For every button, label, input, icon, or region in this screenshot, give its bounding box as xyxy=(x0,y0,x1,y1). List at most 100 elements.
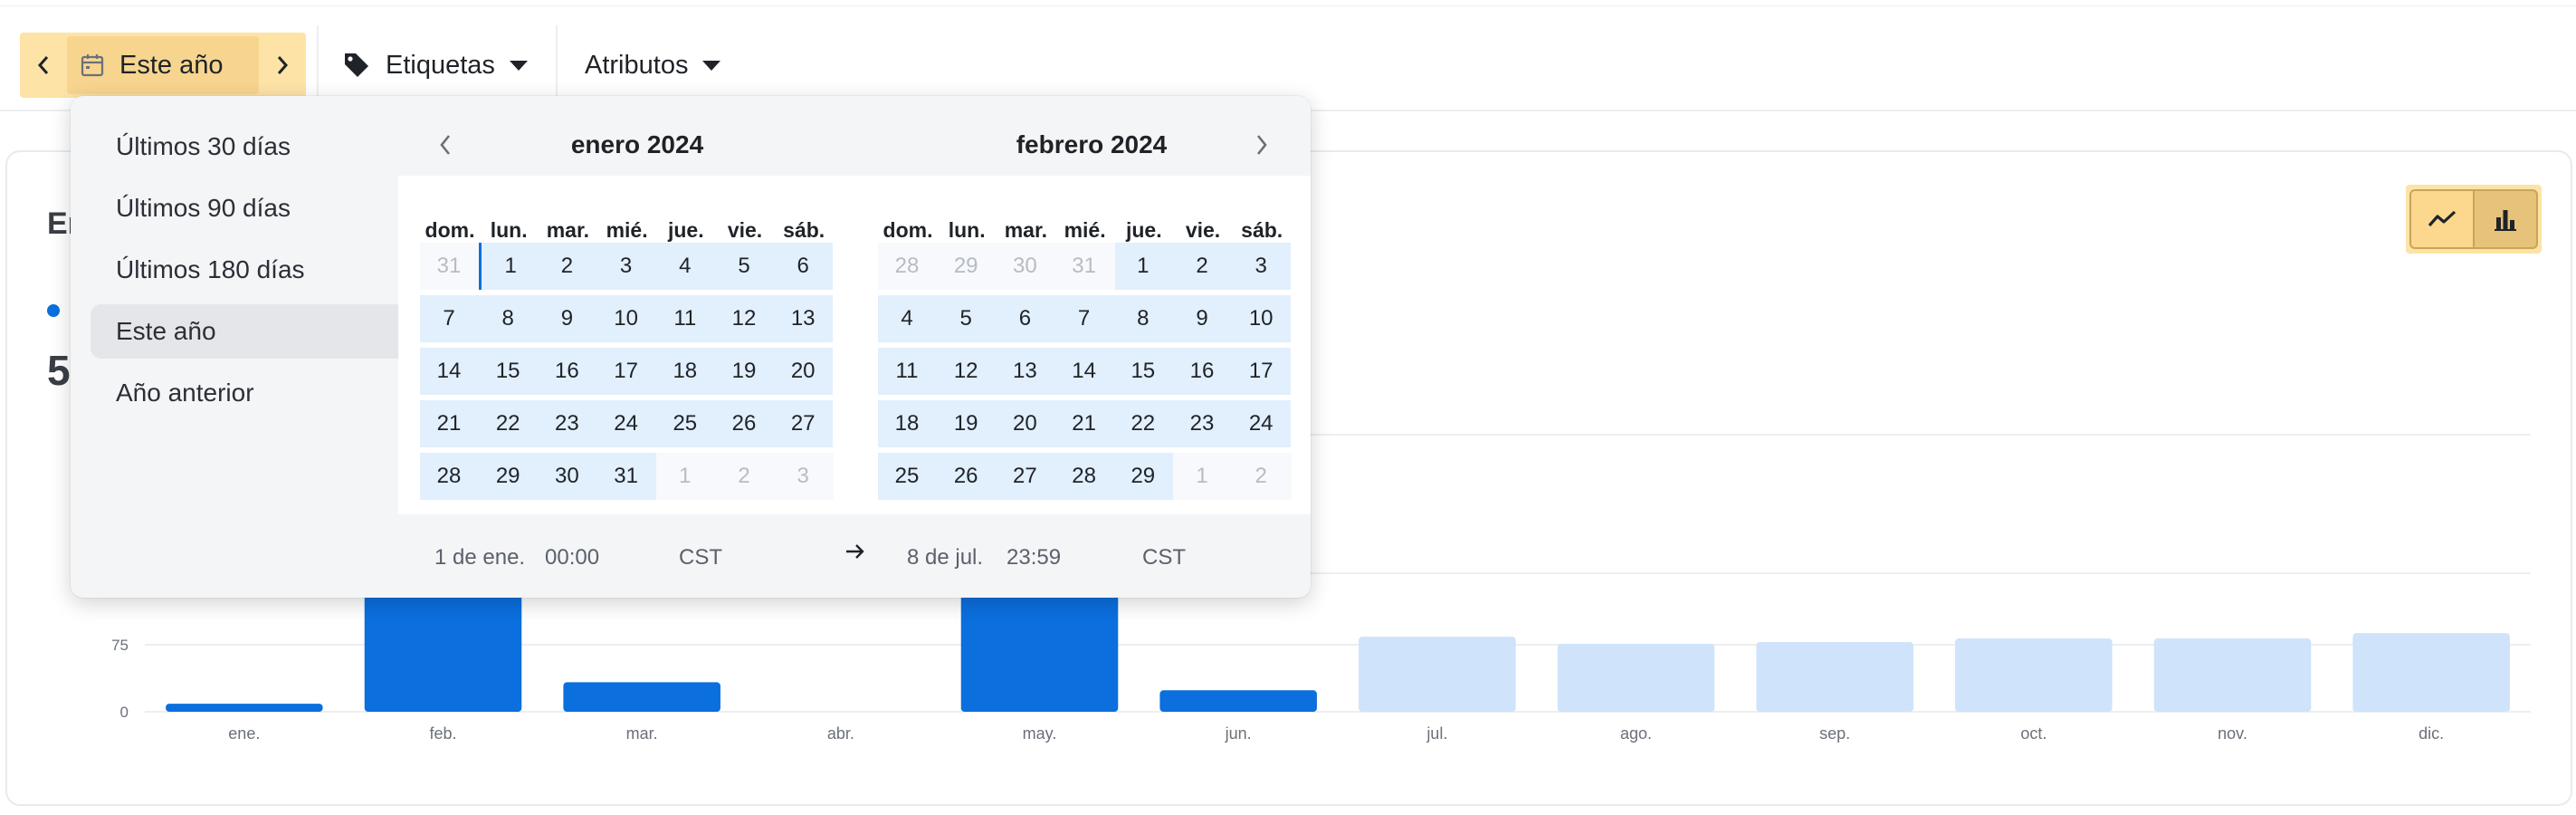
calendar-day[interactable]: 25 xyxy=(878,453,936,500)
chart-bar xyxy=(1359,637,1516,712)
calendar-day[interactable]: 23 xyxy=(538,400,596,447)
calendar-day[interactable]: 11 xyxy=(656,295,714,342)
calendar-day[interactable]: 19 xyxy=(715,348,773,395)
calendar-day[interactable]: 14 xyxy=(1055,348,1113,395)
calendar-day[interactable]: 11 xyxy=(878,348,936,395)
calendar-day[interactable]: 2 xyxy=(715,453,773,500)
calendar-day[interactable]: 7 xyxy=(1055,295,1113,342)
calendar-day[interactable]: 17 xyxy=(1232,348,1290,395)
calendar-day[interactable]: 19 xyxy=(937,400,995,447)
calendar-day[interactable]: 18 xyxy=(878,400,936,447)
calendar-day[interactable]: 31 xyxy=(1055,243,1113,290)
chart-bar xyxy=(1955,638,2113,712)
calendar-day[interactable]: 9 xyxy=(1173,295,1231,342)
calendar-day[interactable]: 17 xyxy=(597,348,655,395)
calendar-day[interactable]: 13 xyxy=(774,295,832,342)
calendar-day[interactable]: 3 xyxy=(597,243,655,290)
calendar-day[interactable]: 31 xyxy=(420,243,478,290)
x-tick-label: dic. xyxy=(2419,724,2444,743)
calendar-day[interactable]: 29 xyxy=(479,453,537,500)
calendar-day[interactable]: 27 xyxy=(996,453,1054,500)
preset-option[interactable]: Este año xyxy=(91,304,447,359)
calendar-day[interactable]: 25 xyxy=(656,400,714,447)
previous-month-button[interactable] xyxy=(416,116,474,174)
calendar-day[interactable]: 20 xyxy=(996,400,1054,447)
range-end-date[interactable]: 8 de jul. xyxy=(907,545,983,570)
chevron-right-icon xyxy=(1256,135,1267,155)
calendar-day[interactable]: 1 xyxy=(1173,453,1231,500)
calendar-day[interactable]: 31 xyxy=(597,453,655,500)
calendar-day[interactable]: 6 xyxy=(996,295,1054,342)
calendar-day[interactable]: 23 xyxy=(1173,400,1231,447)
range-end-time[interactable]: 23:59 xyxy=(1007,545,1061,570)
calendar-day[interactable]: 3 xyxy=(774,453,832,500)
calendar-day[interactable]: 21 xyxy=(420,400,478,447)
calendar-day[interactable]: 9 xyxy=(538,295,596,342)
calendar-day[interactable]: 29 xyxy=(1114,453,1172,500)
calendar-day[interactable]: 5 xyxy=(715,243,773,290)
calendar-day[interactable]: 1 xyxy=(479,243,539,290)
calendar-day[interactable]: 10 xyxy=(1232,295,1290,342)
calendar-day[interactable]: 30 xyxy=(538,453,596,500)
chart-bar xyxy=(1557,643,1715,712)
chart-bar xyxy=(563,682,720,712)
calendar-day[interactable]: 29 xyxy=(937,243,995,290)
calendar-day[interactable]: 14 xyxy=(420,348,478,395)
preset-option[interactable]: Últimos 90 días xyxy=(91,181,447,235)
chart-bar xyxy=(2153,638,2312,712)
preset-option[interactable]: Últimos 180 días xyxy=(91,243,447,297)
calendar-day[interactable]: 20 xyxy=(774,348,832,395)
calendar-day[interactable]: 22 xyxy=(479,400,537,447)
calendar-day[interactable]: 10 xyxy=(597,295,655,342)
calendar-day[interactable]: 5 xyxy=(937,295,995,342)
calendar-day[interactable]: 1 xyxy=(1114,243,1172,290)
calendar-day[interactable]: 6 xyxy=(774,243,832,290)
x-tick-label: abr. xyxy=(827,724,854,743)
x-tick-label: jun. xyxy=(1225,724,1252,743)
calendar-day[interactable]: 4 xyxy=(878,295,936,342)
calendar-day[interactable]: 7 xyxy=(420,295,478,342)
calendar-day[interactable]: 16 xyxy=(538,348,596,395)
calendar-day[interactable]: 24 xyxy=(597,400,655,447)
calendar-day[interactable]: 3 xyxy=(1232,243,1290,290)
x-tick-label: mar. xyxy=(626,724,658,743)
calendar-day[interactable]: 15 xyxy=(479,348,537,395)
calendar-day[interactable]: 8 xyxy=(479,295,537,342)
preset-list: Últimos 30 días Últimos 90 días Últimos 18… xyxy=(91,120,447,427)
calendar-day[interactable]: 30 xyxy=(996,243,1054,290)
weekday-header: dom. xyxy=(425,218,475,242)
range-start-time[interactable]: 00:00 xyxy=(545,545,599,570)
calendar-day[interactable]: 26 xyxy=(715,400,773,447)
calendar-day[interactable]: 26 xyxy=(937,453,995,500)
preset-option[interactable]: Año anterior xyxy=(91,366,447,420)
calendar-day[interactable]: 16 xyxy=(1173,348,1231,395)
calendar-day[interactable]: 1 xyxy=(656,453,714,500)
calendar-day[interactable]: 13 xyxy=(996,348,1054,395)
calendar-day[interactable]: 21 xyxy=(1055,400,1113,447)
preset-option[interactable]: Últimos 30 días xyxy=(91,120,447,174)
calendar-day[interactable]: 4 xyxy=(656,243,714,290)
x-tick-label: sep. xyxy=(1819,724,1850,743)
chevron-left-icon xyxy=(440,135,451,155)
calendar-day[interactable]: 28 xyxy=(420,453,478,500)
date-range-popover: Últimos 30 días Últimos 90 días Últimos 18… xyxy=(71,96,1311,598)
next-month-button[interactable] xyxy=(1233,116,1291,174)
calendar-day[interactable]: 24 xyxy=(1232,400,1290,447)
calendar-day[interactable]: 12 xyxy=(937,348,995,395)
calendar-day[interactable]: 18 xyxy=(656,348,714,395)
calendar-day[interactable]: 12 xyxy=(715,295,773,342)
weekday-header: mié. xyxy=(1064,218,1106,242)
weekday-header: dom. xyxy=(883,218,933,242)
weekday-header: jue. xyxy=(1125,218,1162,242)
arrow-right-icon xyxy=(844,540,867,570)
calendar-day[interactable]: 2 xyxy=(538,243,596,290)
calendar-day[interactable]: 2 xyxy=(1173,243,1231,290)
calendar-day[interactable]: 22 xyxy=(1114,400,1172,447)
calendar-day[interactable]: 2 xyxy=(1232,453,1290,500)
range-start-date[interactable]: 1 de ene. xyxy=(434,545,525,570)
calendar-day[interactable]: 27 xyxy=(774,400,832,447)
calendar-day[interactable]: 28 xyxy=(878,243,936,290)
calendar-day[interactable]: 28 xyxy=(1055,453,1113,500)
calendar-day[interactable]: 15 xyxy=(1114,348,1172,395)
calendar-day[interactable]: 8 xyxy=(1114,295,1172,342)
